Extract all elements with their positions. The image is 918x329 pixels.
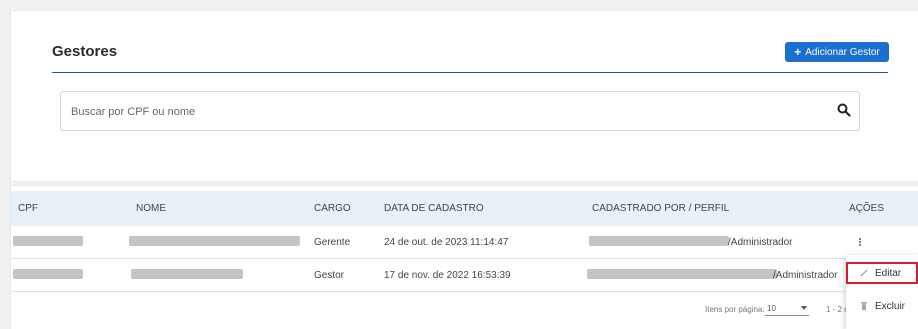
column-header-data-cadastro[interactable]: DATA DE CADASTRO: [384, 203, 484, 214]
column-header-nome[interactable]: NOME: [136, 203, 166, 214]
items-per-page-value: 10: [767, 304, 776, 313]
table-header: CPF NOME CARGO DATA DE CADASTRO CADASTRA…: [11, 191, 918, 226]
menu-item-editar[interactable]: Editar: [846, 262, 918, 284]
items-per-page-select[interactable]: 10: [765, 303, 809, 316]
cell-data-cadastro: 17 de nov. de 2022 16:53:39: [384, 270, 511, 281]
redacted-cadastrado-por: [587, 269, 777, 279]
redacted-cpf: [13, 236, 83, 246]
column-header-cadastrado-por[interactable]: CADASTRADO POR / PERFIL: [592, 203, 729, 214]
column-header-cargo[interactable]: CARGO: [314, 203, 351, 214]
title-divider: [52, 72, 888, 73]
add-gestor-label: Adicionar Gestor: [805, 46, 880, 58]
page-title: Gestores: [52, 43, 118, 60]
trash-icon: [861, 302, 867, 310]
actions-menu: Editar Excluir: [846, 255, 918, 329]
table-row: Gestor 17 de nov. de 2022 16:53:39 /Admi…: [11, 259, 918, 291]
search-field[interactable]: [60, 91, 860, 131]
plus-icon: +: [794, 45, 802, 59]
column-header-acoes: AÇÕES: [849, 203, 885, 214]
menu-item-excluir[interactable]: Excluir: [846, 295, 918, 317]
chevron-down-icon: [801, 306, 807, 310]
more-actions-icon[interactable]: [857, 238, 863, 250]
menu-item-label: Editar: [875, 267, 902, 279]
table-row: Gerente 24 de out. de 2023 11:14:47 /Adm…: [11, 226, 918, 258]
items-per-page-label: Itens por página:: [705, 305, 765, 314]
cell-cargo: Gestor: [314, 270, 345, 281]
column-header-cpf[interactable]: CPF: [18, 203, 38, 214]
cell-cargo: Gerente: [314, 237, 351, 248]
pencil-icon: [860, 269, 868, 277]
search-input[interactable]: [69, 101, 813, 123]
row-divider: [11, 291, 918, 292]
menu-item-label: Excluir: [875, 300, 906, 312]
redacted-cadastrado-por: [589, 236, 729, 246]
cell-perfil: /Administrador: [773, 270, 838, 281]
redacted-nome: [129, 236, 300, 246]
cell-data-cadastro: 24 de out. de 2023 11:14:47: [384, 237, 509, 248]
add-gestor-button[interactable]: + Adicionar Gestor: [785, 42, 889, 62]
redacted-nome: [131, 269, 243, 279]
cell-perfil: /Administrador: [728, 237, 793, 248]
search-icon[interactable]: [837, 103, 851, 117]
redacted-cpf: [13, 269, 83, 279]
